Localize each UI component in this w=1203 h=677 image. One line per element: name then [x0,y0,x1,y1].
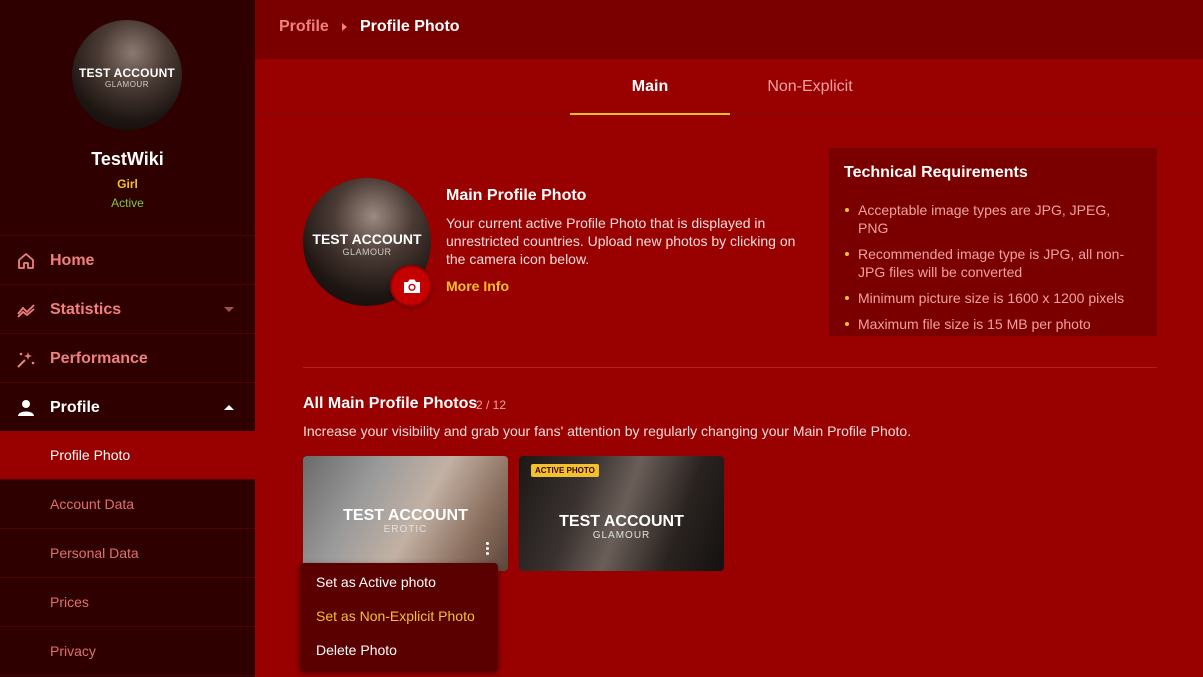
gender-label: Girl [117,177,138,191]
username: TestWiki [91,149,164,169]
user-icon [18,400,34,416]
thumbnail-overlay-subtext: EROTIC [383,524,428,535]
menu-item-set-non-explicit[interactable]: Set as Non-Explicit Photo [316,608,475,624]
requirement-item: Maximum file size is 15 MB per photo [844,315,1144,333]
gallery-count: 2 / 12 [476,398,507,412]
photo-thumbnail[interactable]: TEST ACCOUNT EROTIC [303,456,508,571]
chevron-right-icon [342,23,347,31]
requirement-item: Minimum picture size is 1600 x 1200 pixe… [844,289,1144,307]
sidebar-subitem-label: Personal Data [50,545,139,561]
main-photo-overlay-subtext: GLAMOUR [342,247,392,257]
thumbnail-overlay-text: TEST ACCOUNT [559,513,684,530]
sidebar-item-profile[interactable]: Profile [0,383,255,432]
more-options-icon[interactable] [483,542,491,560]
upload-photo-button[interactable] [390,265,432,307]
avatar[interactable]: TEST ACCOUNT GLAMOUR [72,20,182,130]
avatar-overlay-subtext: GLAMOUR [105,80,149,89]
camera-icon [404,279,420,293]
gallery-title: All Main Profile Photos [303,395,478,412]
chevron-up-icon [224,405,234,410]
sidebar-item-statistics[interactable]: Statistics [0,285,255,334]
performance-icon [17,352,35,368]
sidebar-item-performance[interactable]: Performance [0,334,255,383]
tab-main[interactable]: Main [570,59,730,115]
breadcrumb-current: Profile Photo [360,18,460,35]
thumbnail-overlay-text: TEST ACCOUNT [343,507,468,524]
sidebar-subitem-profile-photo[interactable]: Profile Photo [0,431,255,480]
section-divider [303,367,1157,368]
gallery-description: Increase your visibility and grab your f… [303,423,912,439]
menu-item-set-active[interactable]: Set as Active photo [316,574,436,590]
avatar-overlay-text: TEST ACCOUNT [79,66,175,80]
active-photo-badge: ACTIVE PHOTO [531,464,599,477]
status-label: Active [111,196,144,210]
sidebar: TEST ACCOUNT GLAMOUR TestWiki Girl Activ… [0,0,255,677]
chevron-down-icon [224,307,234,312]
requirement-item: Recommended image type is JPG, all non-J… [844,245,1144,281]
sidebar-subitem-account-data[interactable]: Account Data [0,480,255,529]
sidebar-item-label: Performance [50,350,148,367]
sidebar-subitem-privacy[interactable]: Privacy [0,627,255,676]
statistics-icon [17,304,35,318]
sidebar-item-home[interactable]: Home [0,236,255,285]
sidebar-subitem-label: Prices [50,594,89,610]
requirement-item: Acceptable image types are JPG, JPEG, PN… [844,201,1144,237]
home-icon [18,253,34,269]
tab-non-explicit[interactable]: Non-Explicit [730,59,890,115]
photo-options-menu: Set as Active photo Set as Non-Explicit … [300,563,498,671]
requirements-list: Acceptable image types are JPG, JPEG, PN… [844,201,1144,341]
sidebar-item-label: Statistics [50,301,122,318]
tab-bar: Main Non-Explicit [255,59,1203,115]
photo-thumbnail[interactable]: ACTIVE PHOTO TEST ACCOUNT GLAMOUR [519,456,724,571]
main-photo-description: Your current active Profile Photo that i… [446,215,796,267]
breadcrumb-parent-link[interactable]: Profile [279,18,329,36]
more-info-link[interactable]: More Info [446,278,509,294]
sidebar-item-label: Home [50,252,95,269]
sidebar-subitem-label: Account Data [50,496,135,512]
sidebar-subitem-label: Profile Photo [50,447,131,463]
main-photo-overlay-text: TEST ACCOUNT [312,231,422,247]
sidebar-subitem-label: Privacy [50,643,96,659]
menu-item-delete-photo[interactable]: Delete Photo [316,642,397,658]
sidebar-subitem-prices[interactable]: Prices [0,578,255,627]
technical-requirements-panel: Technical Requirements Acceptable image … [829,148,1157,336]
thumbnail-overlay-subtext: GLAMOUR [592,530,651,541]
technical-requirements-title: Technical Requirements [844,164,1028,181]
main-photo-title: Main Profile Photo [446,187,587,204]
sidebar-subitem-personal-data[interactable]: Personal Data [0,529,255,578]
sidebar-item-label: Profile [50,399,100,416]
breadcrumb: Profile Profile Photo [255,0,1203,59]
profile-block: TEST ACCOUNT GLAMOUR TestWiki Girl Activ… [0,0,255,236]
